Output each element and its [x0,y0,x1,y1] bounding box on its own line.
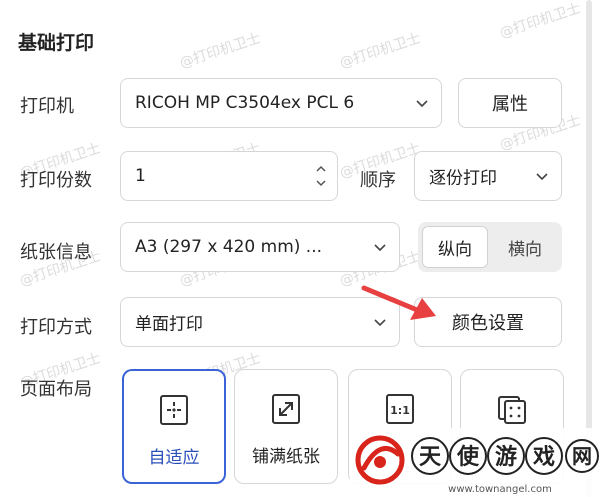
order-select[interactable]: 逐份打印 [414,151,562,201]
chevron-down-icon [536,173,548,181]
print-mode-select[interactable]: 单面打印 [120,297,400,347]
printer-select[interactable]: RICOH MP C3504ex PCL 6 [120,78,442,128]
order-select-value: 逐份打印 [429,168,497,189]
svg-text:1:1: 1:1 [390,404,410,417]
site-logo: 天使游 戏网 www.townangel.com [350,428,600,497]
actual-size-icon: 1:1 [386,394,414,424]
svg-text:游: 游 [495,444,517,470]
svg-text:戏: 戏 [532,445,555,470]
copies-input[interactable]: 1 [120,151,338,201]
page-layout-label: 页面布局 [20,379,92,400]
svg-text:网: 网 [572,444,592,468]
properties-button[interactable]: 属性 [458,78,562,128]
layout-fill-label: 铺满纸张 [252,447,320,467]
watermark-text: @打印机卫士 [177,30,263,72]
layout-fill-tile[interactable]: 铺满纸张 [234,369,338,484]
paper-select-value: A3 (297 x 420 mm) ... [135,237,323,257]
printer-select-value: RICOH MP C3504ex PCL 6 [135,93,355,113]
copies-value: 1 [135,166,146,186]
stepper-icon[interactable] [315,162,327,190]
scrollbar[interactable] [586,0,592,497]
fit-to-page-icon [160,395,188,425]
multi-page-icon [498,396,526,424]
order-label: 顺序 [360,170,396,191]
print-settings-panel: @打印机卫士 @打印机卫士 @打印机卫士 @打印机卫士 @打印机卫士 @打印机卫… [0,0,600,497]
print-mode-value: 单面打印 [135,314,203,335]
layout-fit-tile[interactable]: 自适应 [122,369,226,484]
watermark-text: @打印机卫士 [337,30,423,72]
fill-paper-icon [272,394,300,424]
chevron-down-icon [374,244,386,252]
watermark-text: @打印机卫士 [497,0,583,42]
layout-fit-label: 自适应 [148,448,200,468]
chevron-down-icon [416,100,428,108]
printer-label: 打印机 [20,96,74,117]
orientation-landscape[interactable]: 横向 [492,226,558,268]
paper-select[interactable]: A3 (297 x 420 mm) ... [120,222,400,272]
orientation-portrait[interactable]: 纵向 [422,226,488,268]
site-url: www.townangel.com [448,484,552,495]
copies-label: 打印份数 [20,170,92,191]
paper-label: 纸张信息 [20,242,92,263]
annotation-arrow-icon [361,285,436,320]
print-mode-label: 打印方式 [20,317,92,338]
section-title: 基础打印 [18,32,95,54]
svg-text:天: 天 [419,445,442,470]
orientation-toggle: 纵向 横向 [418,222,562,272]
svg-text:使: 使 [456,445,480,470]
